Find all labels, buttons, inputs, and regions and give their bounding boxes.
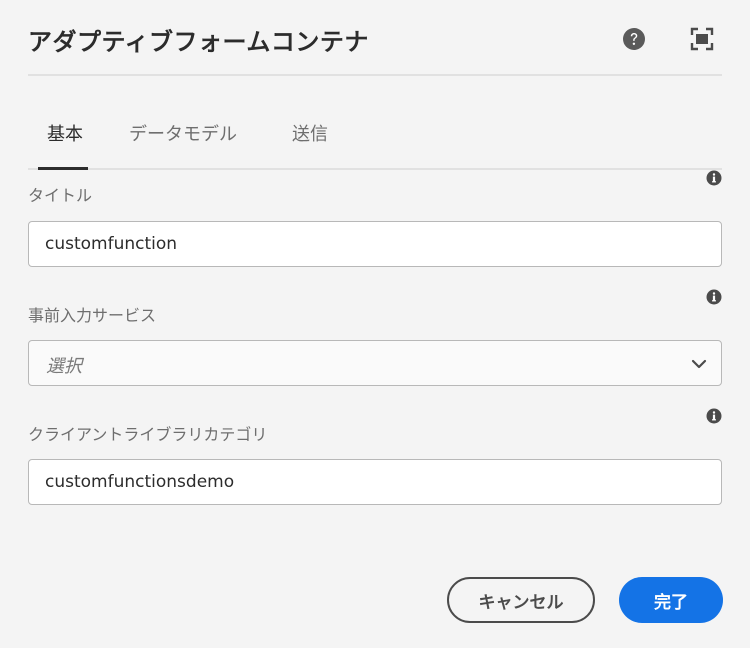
help-circle-icon[interactable]	[622, 27, 646, 51]
title-input[interactable]	[28, 221, 722, 267]
done-button[interactable]: 完了	[619, 577, 723, 623]
tab-basic[interactable]: 基本	[47, 120, 83, 146]
client-library-label: クライアントライブラリカテゴリ	[28, 425, 268, 444]
client-library-input[interactable]	[28, 459, 722, 505]
adaptive-form-container-dialog: アダプティブフォームコンテナ 基本 データモデル 送信 タイトル 事前入力サービ…	[0, 0, 750, 648]
cancel-button[interactable]: キャンセル	[447, 577, 595, 623]
fullscreen-icon[interactable]	[690, 27, 714, 51]
info-icon[interactable]	[706, 408, 722, 424]
prefill-service-label: 事前入力サービス	[28, 306, 157, 325]
tab-data-model[interactable]: データモデル	[129, 120, 237, 146]
dialog-title: アダプティブフォームコンテナ	[28, 28, 369, 56]
dialog-header: アダプティブフォームコンテナ	[28, 0, 722, 76]
prefill-service-placeholder: 選択	[46, 356, 82, 377]
title-field-label: タイトル	[28, 186, 93, 205]
info-icon[interactable]	[706, 170, 722, 186]
tab-submission[interactable]: 送信	[292, 120, 328, 146]
chevron-down-icon	[691, 359, 707, 369]
tab-list: 基本 データモデル 送信	[28, 96, 722, 170]
prefill-service-select[interactable]: 選択	[28, 340, 722, 386]
info-icon[interactable]	[706, 289, 722, 305]
active-tab-indicator	[38, 167, 88, 170]
